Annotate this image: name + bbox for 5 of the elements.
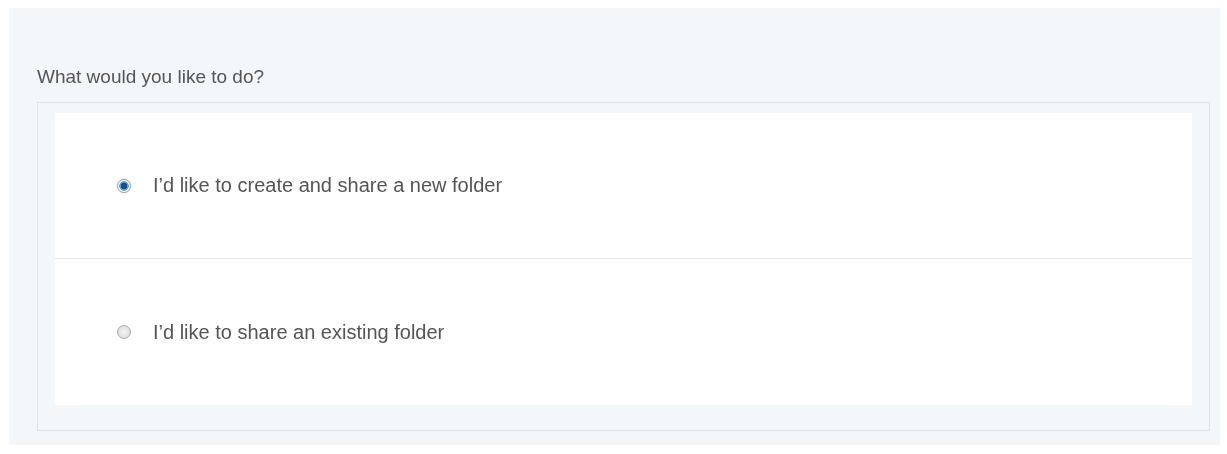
question-text: What would you like to do? [37,66,266,88]
radio-button[interactable] [117,178,131,193]
radio-button[interactable] [117,325,131,339]
option-label[interactable]: I’d like to share an existing folder [153,320,445,344]
option-label[interactable]: I’d like to create and share a new folder [153,174,503,197]
